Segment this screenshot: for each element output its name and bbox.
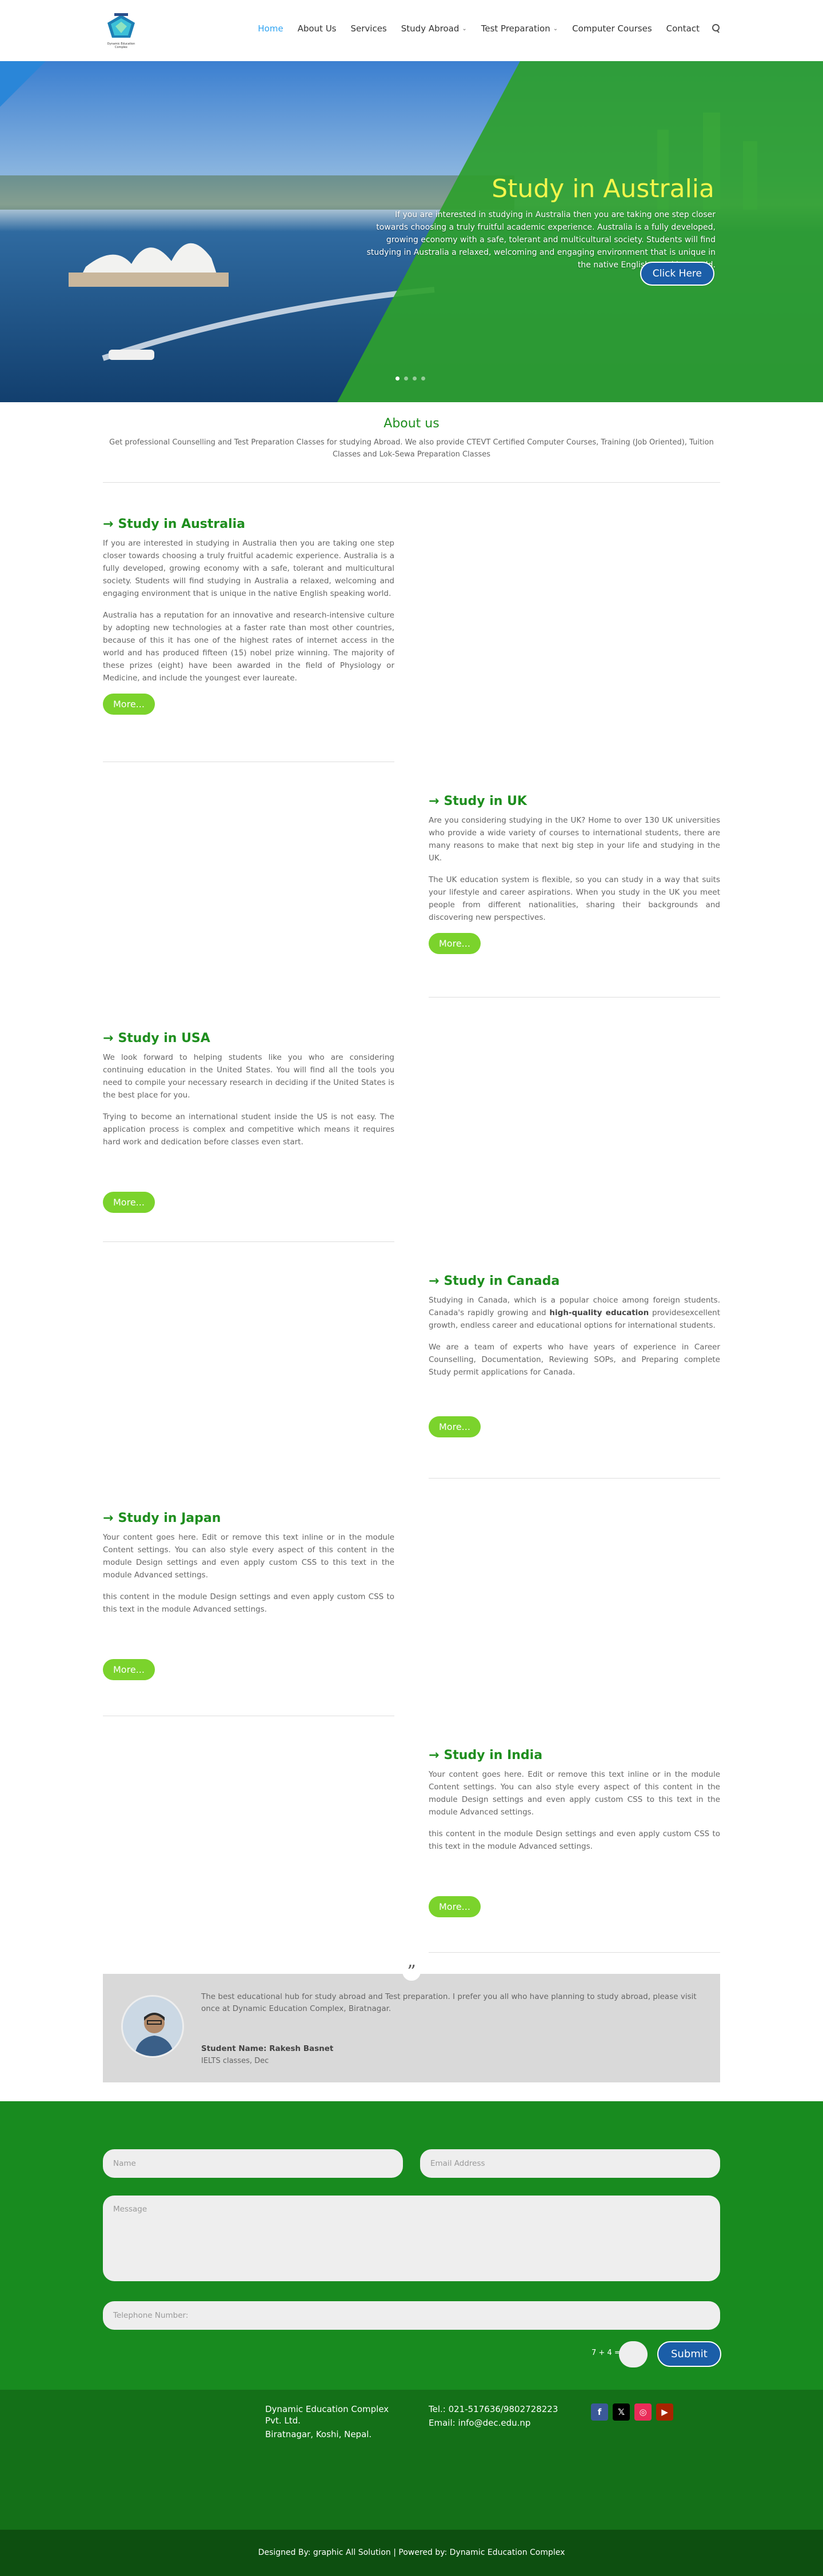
message-field[interactable]: Message xyxy=(103,2196,720,2281)
hero-slider: Study in Australia If you are interested… xyxy=(0,61,823,402)
name-field[interactable]: Name xyxy=(103,2149,403,2178)
student-photo xyxy=(123,1997,182,2056)
site-header: Dynamic Education Complex Home About Us … xyxy=(0,0,823,61)
logo-emblem-icon xyxy=(107,13,135,38)
captcha-question: 7 + 4 = xyxy=(592,2349,621,2357)
x-icon[interactable]: 𝕏 xyxy=(613,2403,630,2421)
study-india-title: → Study in India xyxy=(429,1748,543,1762)
phone-field[interactable]: Telephone Number: xyxy=(103,2301,720,2330)
slider-dot[interactable] xyxy=(404,376,408,380)
study-japan-paragraph: this content in the module Design settin… xyxy=(103,1592,394,1614)
chevron-down-icon: ⌄ xyxy=(553,25,558,32)
study-india-paragraph: Your content goes here. Edit or remove t… xyxy=(429,1770,720,1817)
nav-item-about-us[interactable]: About Us xyxy=(298,23,337,34)
study-canada-block: → Study in Canada Studying in Canada, whi… xyxy=(429,1274,720,1437)
footer-company: Dynamic Education Complex Pvt. Ltd. Bira… xyxy=(265,2404,389,2439)
study-japan-title: → Study in Japan xyxy=(103,1511,221,1525)
nav-item-contact[interactable]: Contact xyxy=(666,23,700,34)
nav-item-computer-courses[interactable]: Computer Courses xyxy=(572,23,652,34)
canada-bold-text: high-quality education xyxy=(549,1308,649,1317)
study-uk-paragraph: Are you considering studying in the UK? … xyxy=(429,816,720,863)
study-australia-block: → Study in Australia If you are intereste… xyxy=(103,517,394,715)
study-india-paragraph: this content in the module Design settin… xyxy=(429,1829,720,1851)
study-usa-paragraph: We look forward to helping students like… xyxy=(103,1053,394,1100)
instagram-icon[interactable]: ◎ xyxy=(634,2403,652,2421)
more-button[interactable]: More... xyxy=(429,1896,481,1917)
testimonial-card: ” The best educational hub for study abr… xyxy=(103,1962,720,2082)
about-text: Get professional Counselling and Test Pr… xyxy=(109,438,714,459)
site-logo[interactable]: Dynamic Education Complex xyxy=(103,13,139,49)
social-links: f 𝕏 ◎ ▶ xyxy=(591,2403,673,2421)
testimonial-name: Student Name: Rakesh Basnet xyxy=(201,2044,334,2053)
nav-item-services[interactable]: Services xyxy=(351,23,387,34)
email-field[interactable]: Email Address xyxy=(420,2149,720,2178)
study-uk-paragraph: The UK education system is flexible, so … xyxy=(429,875,720,922)
main-nav: Home About Us Services Study Abroad ⌄ Tes… xyxy=(243,23,720,34)
site-footer: Dynamic Education Complex Pvt. Ltd. Bira… xyxy=(0,2390,823,2576)
study-canada-paragraph: Studying in Canada, which is a popular c… xyxy=(429,1296,720,1330)
submit-button[interactable]: Submit xyxy=(657,2341,721,2367)
nav-item-test-preparation[interactable]: Test Preparation ⌄ xyxy=(481,23,558,34)
testimonial-text: The best educational hub for study abroa… xyxy=(201,1992,697,2013)
logo-text: Dynamic Education Complex xyxy=(107,42,135,49)
more-button[interactable]: More... xyxy=(429,933,481,954)
study-australia-paragraph: If you are interested in studying in Aus… xyxy=(103,539,394,598)
study-japan-paragraph: Your content goes here. Edit or remove t… xyxy=(103,1533,394,1580)
about-section: About us Get professional Counselling an… xyxy=(0,402,823,460)
hero-click-here-button[interactable]: Click Here xyxy=(640,262,714,286)
study-destinations: → Study in Australia If you are intereste… xyxy=(103,483,720,1953)
divider xyxy=(429,1478,720,1479)
study-australia-title: → Study in Australia xyxy=(103,517,245,531)
avatar xyxy=(121,1995,184,2058)
facebook-icon[interactable]: f xyxy=(591,2403,608,2421)
study-canada-paragraph: We are a team of experts who have years … xyxy=(429,1343,720,1377)
more-button[interactable]: More... xyxy=(103,1192,155,1213)
more-button[interactable]: More... xyxy=(103,694,155,715)
footer-credits: Designed By: graphic All Solution | Powe… xyxy=(0,2530,823,2576)
contact-form: Name Email Address Message Telephone Num… xyxy=(0,2101,823,2390)
slider-dots xyxy=(395,376,425,380)
study-usa-block: → Study in USA We look forward to helping… xyxy=(103,1031,394,1213)
nav-item-study-abroad[interactable]: Study Abroad ⌄ xyxy=(401,23,467,34)
footer-info: Dynamic Education Complex Pvt. Ltd. Bira… xyxy=(0,2390,823,2478)
study-india-block: → Study in India Your content goes here. … xyxy=(429,1748,720,1917)
quote-icon: ” xyxy=(402,1962,421,1982)
slider-dot[interactable] xyxy=(395,376,399,380)
study-usa-paragraph: Trying to become an international studen… xyxy=(103,1112,394,1147)
nav-item-home[interactable]: Home xyxy=(258,23,283,34)
study-uk-title: → Study in UK xyxy=(429,794,527,808)
divider xyxy=(429,1952,720,1953)
testimonial-role: IELTS classes, Dec xyxy=(201,2057,269,2065)
captcha-input[interactable] xyxy=(619,2341,648,2367)
study-japan-block: → Study in Japan Your content goes here. … xyxy=(103,1511,394,1680)
youtube-icon[interactable]: ▶ xyxy=(656,2403,673,2421)
about-title: About us xyxy=(383,416,440,431)
divider xyxy=(103,1241,394,1242)
study-canada-title: → Study in Canada xyxy=(429,1274,560,1288)
search-icon[interactable] xyxy=(712,24,720,33)
more-button[interactable]: More... xyxy=(429,1416,481,1437)
chevron-down-icon: ⌄ xyxy=(462,25,467,32)
slider-dot[interactable] xyxy=(421,376,425,380)
slider-dot[interactable] xyxy=(413,376,417,380)
footer-contact: Tel.: 021-517636/9802728223 Email: info@… xyxy=(429,2404,558,2428)
study-australia-paragraph: Australia has a reputation for an innova… xyxy=(103,611,394,683)
study-usa-title: → Study in USA xyxy=(103,1031,210,1045)
hero-title: Study in Australia xyxy=(492,174,714,203)
more-button[interactable]: More... xyxy=(103,1659,155,1680)
study-uk-block: → Study in UK Are you considering studyin… xyxy=(429,794,720,954)
